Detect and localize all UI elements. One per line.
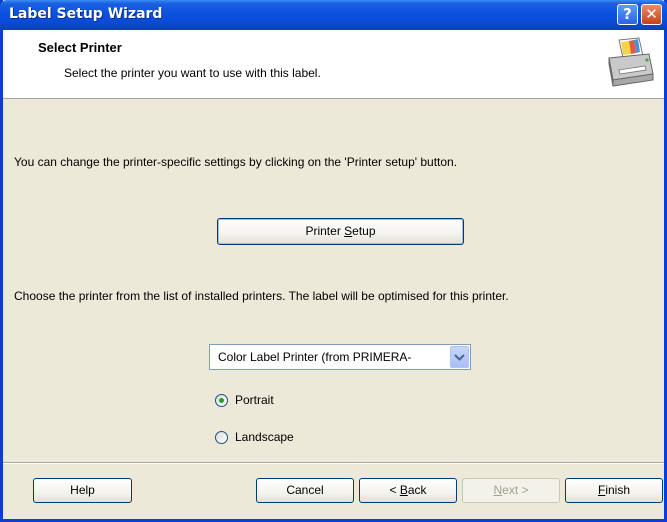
cancel-button-label: Cancel (286, 483, 324, 497)
landscape-label: Landscape (235, 430, 294, 444)
portrait-label: Portrait (235, 393, 274, 407)
landscape-radio[interactable] (215, 431, 228, 444)
window-title: Label Setup Wizard (9, 6, 163, 22)
close-button[interactable]: ✕ (641, 4, 662, 25)
page-title: Select Printer (38, 40, 122, 55)
dropdown-button[interactable] (450, 346, 469, 368)
close-icon: ✕ (645, 5, 658, 23)
printer-select-value: Color Label Printer (from PRIMERA- (218, 350, 412, 364)
back-arrow-label: < (389, 483, 400, 497)
back-button[interactable]: < Back (359, 478, 457, 503)
wizard-header: Select Printer Select the printer you wa… (3, 30, 664, 99)
printer-setup-label-rest: etup (352, 224, 376, 238)
cancel-button[interactable]: Cancel (256, 478, 354, 503)
choose-printer-info: Choose the printer from the list of inst… (14, 289, 509, 303)
next-button-label: ext > (502, 483, 529, 497)
next-button: Next > (462, 478, 560, 503)
help-button[interactable]: Help (33, 478, 132, 503)
footer-divider (3, 462, 664, 464)
printer-setup-label: Printer (305, 224, 345, 238)
question-icon: ? (623, 5, 632, 23)
portrait-radio[interactable] (215, 394, 228, 407)
printer-setup-mnemonic: S (344, 224, 353, 238)
printer-icon (608, 37, 654, 87)
help-button-label: Help (70, 483, 95, 497)
wizard-window: Label Setup Wizard ? ✕ Select Printer Se… (0, 0, 667, 522)
radio-selected-dot (219, 398, 224, 403)
printer-setup-button[interactable]: Printer Setup (217, 218, 464, 245)
back-button-label: ack (407, 483, 427, 497)
page-subtitle: Select the printer you want to use with … (64, 66, 321, 80)
help-title-button[interactable]: ? (617, 4, 638, 25)
chevron-down-icon (454, 354, 465, 361)
finish-button[interactable]: Finish (565, 478, 663, 503)
finish-button-label: inish (605, 483, 631, 497)
back-mnemonic: B (399, 483, 408, 497)
printer-select[interactable]: Color Label Printer (from PRIMERA- (209, 344, 471, 370)
title-bar[interactable]: Label Setup Wizard ? ✕ (0, 0, 667, 30)
printer-settings-info: You can change the printer-specific sett… (14, 155, 458, 169)
next-mnemonic: N (493, 483, 503, 497)
